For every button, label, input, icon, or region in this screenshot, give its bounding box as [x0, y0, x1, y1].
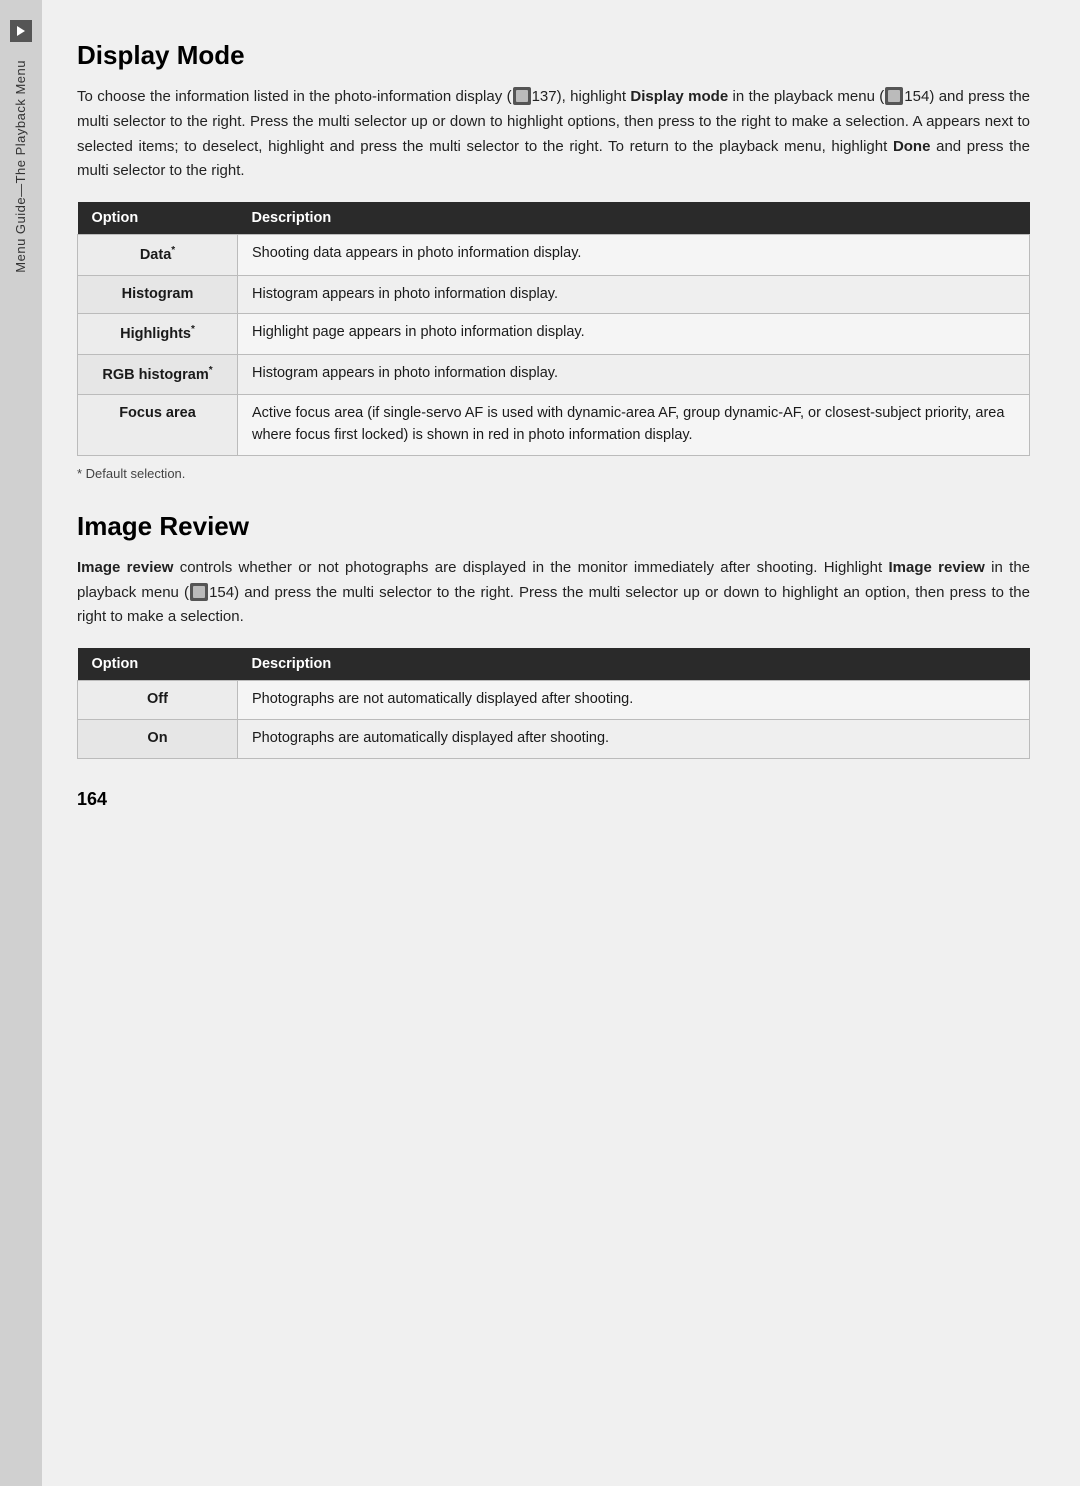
option-on: On [78, 719, 238, 758]
menu-icon-2 [885, 87, 903, 105]
desc-histogram: Histogram appears in photo information d… [238, 275, 1030, 314]
table-row: Highlights* Highlight page appears in ph… [78, 314, 1030, 355]
menu-icon-3 [190, 583, 208, 601]
image-review-body: Image review controls whether or not pho… [77, 556, 1030, 630]
image-review-col-description: Description [238, 648, 1030, 681]
table-row: Focus area Active focus area (if single-… [78, 395, 1030, 456]
playback-icon [10, 20, 32, 42]
desc-highlights: Highlight page appears in photo informat… [238, 314, 1030, 355]
display-mode-body: To choose the information listed in the … [77, 85, 1030, 184]
table-row: Data* Shooting data appears in photo inf… [78, 235, 1030, 276]
desc-off: Photographs are not automatically displa… [238, 681, 1030, 720]
page-number: 164 [77, 789, 1030, 810]
display-mode-col-description: Description [238, 202, 1030, 235]
option-highlights: Highlights* [78, 314, 238, 355]
menu-icon-1 [513, 87, 531, 105]
sidebar-label: Menu Guide—The Playback Menu [13, 60, 30, 273]
display-mode-title: Display Mode [77, 40, 1030, 71]
image-review-table: Option Description Off Photographs are n… [77, 648, 1030, 759]
desc-on: Photographs are automatically displayed … [238, 719, 1030, 758]
table-row: Off Photographs are not automatically di… [78, 681, 1030, 720]
display-mode-table: Option Description Data* Shooting data a… [77, 202, 1030, 456]
display-mode-footnote: * Default selection. [77, 466, 1030, 481]
table-row: Histogram Histogram appears in photo inf… [78, 275, 1030, 314]
option-histogram: Histogram [78, 275, 238, 314]
option-focus: Focus area [78, 395, 238, 456]
image-review-title: Image Review [77, 511, 1030, 542]
desc-data: Shooting data appears in photo informati… [238, 235, 1030, 276]
desc-focus: Active focus area (if single-servo AF is… [238, 395, 1030, 456]
main-content: Display Mode To choose the information l… [42, 0, 1080, 1486]
sidebar: Menu Guide—The Playback Menu [0, 0, 42, 1486]
option-data: Data* [78, 235, 238, 276]
display-mode-col-option: Option [78, 202, 238, 235]
image-review-col-option: Option [78, 648, 238, 681]
option-rgb: RGB histogram* [78, 354, 238, 395]
desc-rgb: Histogram appears in photo information d… [238, 354, 1030, 395]
table-row: RGB histogram* Histogram appears in phot… [78, 354, 1030, 395]
table-row: On Photographs are automatically display… [78, 719, 1030, 758]
option-off: Off [78, 681, 238, 720]
